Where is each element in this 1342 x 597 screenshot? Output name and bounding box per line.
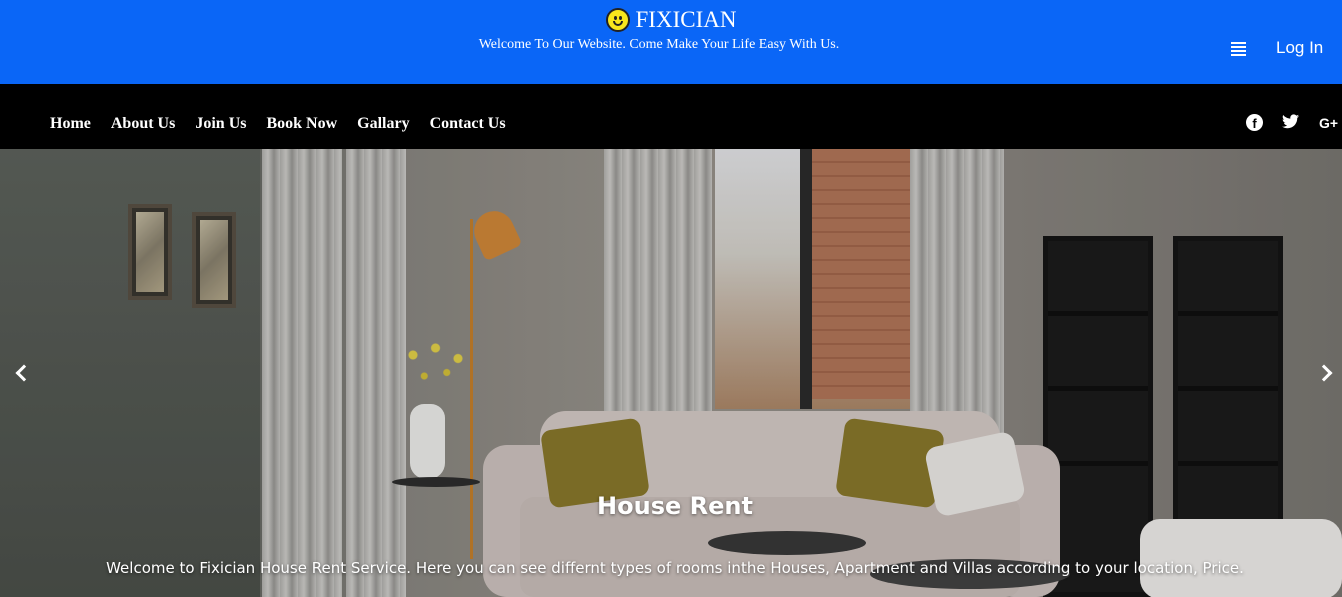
nav-item-join-us[interactable]: Join Us: [195, 115, 246, 133]
nav-item-about-us[interactable]: About Us: [111, 115, 175, 133]
login-link[interactable]: Log In: [1276, 38, 1323, 58]
top-header: FIXICIAN Welcome To Our Website. Come Ma…: [0, 0, 1342, 84]
nav-item-book-now[interactable]: Book Now: [266, 115, 337, 133]
brand[interactable]: FIXICIAN: [0, 6, 1342, 37]
brand-name: FIXICIAN: [635, 7, 737, 32]
hero-title: House Rent: [597, 492, 753, 520]
hero-overlay: [0, 149, 1342, 597]
tagline: Welcome To Our Website. Come Make Your L…: [478, 37, 840, 52]
nav-item-gallary[interactable]: Gallary: [357, 115, 409, 133]
hero-description: Welcome to Fixician House Rent Service. …: [106, 559, 1244, 577]
nav-item-home[interactable]: Home: [50, 115, 91, 133]
smiley-icon: [605, 8, 630, 32]
hamburger-menu-icon[interactable]: [1231, 42, 1246, 56]
hero-carousel: House Rent Welcome to Fixician House Ren…: [0, 149, 1342, 597]
nav-item-contact-us[interactable]: Contact Us: [430, 115, 506, 133]
google-plus-icon[interactable]: G+: [1319, 115, 1338, 133]
twitter-icon[interactable]: [1282, 114, 1300, 132]
main-nav: Home About Us Join Us Book Now Gallary C…: [0, 84, 1342, 149]
facebook-icon[interactable]: f: [1246, 114, 1263, 131]
